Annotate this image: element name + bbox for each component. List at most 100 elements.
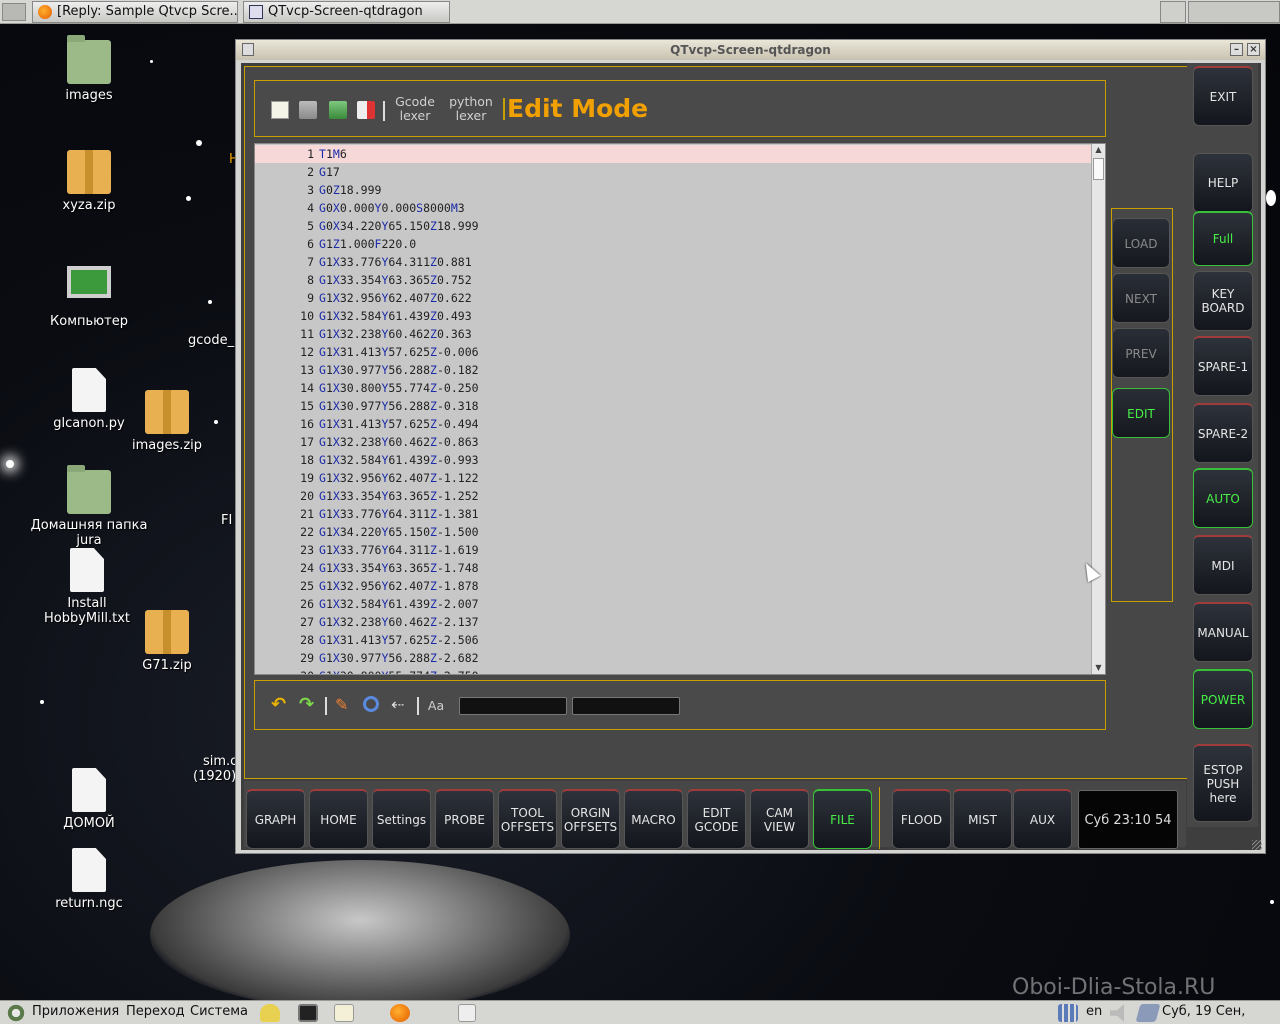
code-line[interactable]: 28 G1X31.413Y57.625Z-2.506: [255, 631, 1091, 649]
code-line[interactable]: 7 G1X33.776Y64.311Z0.881: [255, 253, 1091, 271]
desktop-icon-domoi[interactable]: ДОМОЙ: [29, 768, 149, 831]
spare-2-button[interactable]: SPARE-2: [1193, 403, 1253, 463]
open-file-icon[interactable]: [299, 101, 317, 119]
code-line[interactable]: 15 G1X30.977Y56.288Z-0.318: [255, 397, 1091, 415]
code-line[interactable]: 27 G1X32.238Y60.462Z-2.137: [255, 613, 1091, 631]
linuxcnc-icon[interactable]: [260, 1004, 280, 1022]
menu-places[interactable]: Переход: [126, 1001, 185, 1023]
code-line[interactable]: 26 G1X32.584Y61.439Z-2.007: [255, 595, 1091, 613]
estop-button[interactable]: ESTOP PUSH here: [1193, 744, 1253, 822]
undo-icon[interactable]: ↶: [271, 696, 289, 714]
code-line[interactable]: 29 G1X30.977Y56.288Z-2.682: [255, 649, 1091, 667]
help-button[interactable]: HELP: [1193, 153, 1253, 213]
mdi-mode-button[interactable]: MDI: [1193, 535, 1253, 595]
save-file-icon[interactable]: [329, 101, 347, 119]
desktop-icon-home[interactable]: Домашняя папка jura: [29, 465, 149, 548]
keyboard-button[interactable]: KEY BOARD: [1193, 271, 1253, 331]
gcode-lexer-button[interactable]: Gcode lexer: [391, 95, 439, 123]
code-line[interactable]: 2 G17: [255, 163, 1091, 181]
replace-icon[interactable]: ✎: [335, 696, 353, 714]
scroll-down-icon[interactable]: ▼: [1092, 662, 1105, 674]
aux-button[interactable]: AUX: [1013, 789, 1072, 849]
code-line[interactable]: 5 G0X34.220Y65.150Z18.999: [255, 217, 1091, 235]
task-firefox[interactable]: [Reply: Sample Qtvcp Scre...: [32, 1, 238, 23]
code-line[interactable]: 19 G1X32.956Y62.407Z-1.122: [255, 469, 1091, 487]
code-line[interactable]: 12 G1X31.413Y57.625Z-0.006: [255, 343, 1091, 361]
macro-button[interactable]: MACRO: [624, 789, 683, 849]
python-lexer-button[interactable]: python lexer: [447, 95, 495, 123]
gcode-editor[interactable]: 1 T1M6 2 G17 3 G0Z18.999 4 G0X0.000Y0.000S8000M…: [254, 143, 1106, 675]
spare-1-button[interactable]: SPARE-1: [1193, 336, 1253, 396]
new-file-icon[interactable]: [271, 101, 289, 119]
flood-button[interactable]: FLOOD: [892, 789, 951, 849]
code-line[interactable]: 18 G1X32.584Y61.439Z-0.993: [255, 451, 1091, 469]
workspace-grid-icon[interactable]: [1058, 1004, 1078, 1022]
panel-clock[interactable]: Суб, 19 Сен, 23:10: [1162, 1001, 1280, 1024]
home-button[interactable]: HOME: [309, 789, 368, 849]
code-line[interactable]: 25 G1X32.956Y62.407Z-1.878: [255, 577, 1091, 595]
menu-system[interactable]: Система: [190, 1001, 248, 1023]
power-button[interactable]: POWER: [1193, 669, 1253, 729]
edit-button[interactable]: EDIT: [1112, 388, 1170, 438]
trash-icon[interactable]: [458, 1004, 476, 1022]
code-line[interactable]: 6 G1Z1.000F220.0: [255, 235, 1091, 253]
manual-mode-button[interactable]: MANUAL: [1193, 602, 1253, 662]
code-line[interactable]: 11 G1X32.238Y60.462Z0.363: [255, 325, 1091, 343]
origin-offsets-button[interactable]: ORGIN OFFSETS: [561, 789, 620, 849]
desktop-icon-return-ngc[interactable]: return.ngc: [29, 848, 149, 911]
code-line[interactable]: 13 G1X30.977Y56.288Z-0.182: [255, 361, 1091, 379]
code-line[interactable]: 24 G1X33.354Y63.365Z-1.748: [255, 559, 1091, 577]
mist-button[interactable]: MIST: [953, 789, 1012, 849]
menu-applications[interactable]: Приложения: [32, 1001, 119, 1023]
redo-icon[interactable]: ↷: [299, 696, 317, 714]
edit-gcode-button[interactable]: EDIT GCODE: [687, 789, 746, 849]
desktop-icon-partial-gcode[interactable]: gcode_: [188, 333, 234, 348]
find-icon[interactable]: [363, 696, 379, 712]
code-line[interactable]: 20 G1X33.354Y63.365Z-1.252: [255, 487, 1091, 505]
desktop-icon-images[interactable]: images: [29, 35, 149, 103]
code-line[interactable]: 22 G1X34.220Y65.150Z-1.500: [255, 523, 1091, 541]
keyboard-layout[interactable]: en: [1086, 1001, 1102, 1023]
cam-view-button[interactable]: CAM VIEW: [750, 789, 809, 849]
volume-icon[interactable]: [1110, 1004, 1124, 1022]
network-icon[interactable]: [1135, 1004, 1161, 1022]
auto-mode-button[interactable]: AUTO: [1193, 468, 1253, 528]
text-editor-icon[interactable]: [334, 1004, 354, 1022]
desktop-icon-partial-fi[interactable]: FI: [221, 513, 235, 528]
terminal-icon[interactable]: [298, 1004, 318, 1022]
exit-edit-icon[interactable]: [357, 101, 375, 119]
code-line[interactable]: 1 T1M6: [255, 145, 1091, 163]
desktop-icon-images-zip[interactable]: images.zip: [107, 390, 227, 453]
code-line[interactable]: 30 G1X30.800Y55.774Z-2.750: [255, 667, 1091, 674]
load-button[interactable]: LOAD: [1112, 218, 1170, 268]
desktop-icon-g71-zip[interactable]: G71.zip: [107, 610, 227, 673]
tool-offsets-button[interactable]: TOOL OFFSETS: [498, 789, 557, 849]
workspace-switcher-icon[interactable]: [1160, 1, 1186, 23]
next-button[interactable]: NEXT: [1112, 273, 1170, 323]
resize-grip-icon[interactable]: [1252, 840, 1262, 850]
code-line[interactable]: 4 G0X0.000Y0.000S8000M3: [255, 199, 1091, 217]
code-line[interactable]: 10 G1X32.584Y61.439Z0.493: [255, 307, 1091, 325]
code-line[interactable]: 17 G1X32.238Y60.462Z-0.863: [255, 433, 1091, 451]
desktop-icon-computer[interactable]: Компьютер: [29, 266, 149, 329]
vertical-scrollbar[interactable]: ▲ ▼: [1091, 144, 1105, 674]
window-title-bar[interactable]: QTvcp-Screen-qtdragon – ×: [236, 40, 1265, 60]
settings-button[interactable]: Settings: [372, 789, 431, 849]
code-line[interactable]: 3 G0Z18.999: [255, 181, 1091, 199]
exit-button[interactable]: EXIT: [1193, 66, 1253, 126]
code-line[interactable]: 16 G1X31.413Y57.625Z-0.494: [255, 415, 1091, 433]
code-line[interactable]: 9 G1X32.956Y62.407Z0.622: [255, 289, 1091, 307]
prev-button[interactable]: PREV: [1112, 328, 1170, 378]
scroll-up-icon[interactable]: ▲: [1092, 144, 1105, 156]
code-line[interactable]: 23 G1X33.776Y64.311Z-1.619: [255, 541, 1091, 559]
minimize-icon[interactable]: –: [1230, 43, 1243, 56]
code-line[interactable]: 8 G1X33.354Y63.365Z0.752: [255, 271, 1091, 289]
code-line[interactable]: 14 G1X30.800Y55.774Z-0.250: [255, 379, 1091, 397]
menu-logo-icon[interactable]: [6, 1004, 26, 1022]
full-screen-button[interactable]: Full: [1193, 211, 1253, 266]
firefox-icon[interactable]: [390, 1004, 410, 1022]
desktop-icon-xyza-zip[interactable]: xyza.zip: [29, 150, 149, 213]
close-icon[interactable]: ×: [1247, 43, 1260, 56]
match-case-button[interactable]: Aa: [425, 699, 447, 713]
probe-button[interactable]: PROBE: [435, 789, 494, 849]
